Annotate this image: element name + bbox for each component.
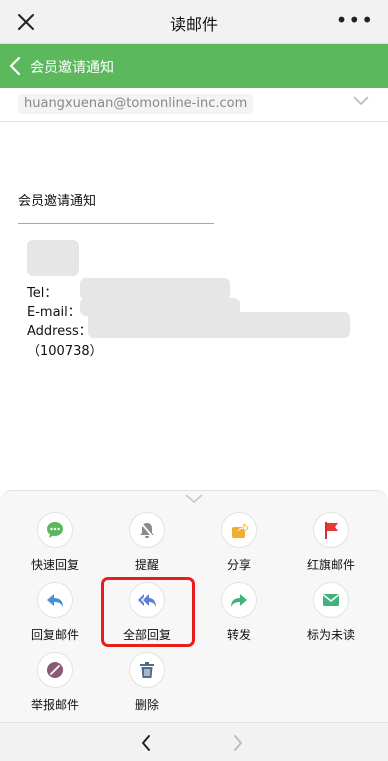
bell-mute-icon <box>129 512 165 548</box>
trash-icon <box>129 652 165 688</box>
action-report[interactable]: 举报邮件 <box>7 652 103 713</box>
chevron-down-icon[interactable] <box>352 95 370 107</box>
address-label: Address： <box>27 324 92 339</box>
redacted-tel <box>80 278 230 300</box>
action-label: 回复邮件 <box>30 628 79 642</box>
divider <box>18 223 214 224</box>
action-red-flag[interactable]: 红旗邮件 <box>283 512 379 573</box>
mail-subject[interactable]: 会员邀请通知 <box>30 57 114 77</box>
email-label: E-mail： <box>27 305 81 320</box>
action-mark-unread[interactable]: 标为未读 <box>283 582 379 643</box>
reply-icon <box>37 582 73 618</box>
redacted-name <box>27 240 79 276</box>
quick-reply-icon <box>37 512 73 548</box>
action-quick-reply[interactable]: 快速回复 <box>7 512 103 573</box>
highlight-box <box>101 577 195 647</box>
tel-label: Tel： <box>27 286 58 301</box>
sender-row: huangxuenan@tomonline-inc.com <box>0 88 388 122</box>
action-label: 提醒 <box>134 558 159 572</box>
action-label: 快速回复 <box>30 558 79 572</box>
action-label: 举报邮件 <box>30 698 79 712</box>
collapse-chevron-icon[interactable] <box>184 493 204 505</box>
previous-mail-icon[interactable] <box>140 734 152 752</box>
subject-header: 会员邀请通知 <box>0 44 388 88</box>
action-label: 删除 <box>134 698 159 712</box>
postal-code: （100738） <box>27 344 103 359</box>
action-remind[interactable]: 提醒 <box>99 512 195 573</box>
redacted-address <box>88 312 350 338</box>
back-chevron-icon[interactable] <box>8 56 22 76</box>
action-label: 标为未读 <box>306 628 355 642</box>
mail-unread-icon <box>313 582 349 618</box>
top-nav-bar: 读邮件 ••• <box>0 0 388 44</box>
action-reply[interactable]: 回复邮件 <box>7 582 103 643</box>
action-label: 转发 <box>226 628 251 642</box>
report-icon <box>37 652 73 688</box>
red-flag-icon <box>313 512 349 548</box>
action-label: 分享 <box>226 558 251 572</box>
more-menu-icon[interactable]: ••• <box>336 8 374 32</box>
action-delete[interactable]: 删除 <box>99 652 195 713</box>
action-label: 红旗邮件 <box>306 558 355 572</box>
action-share[interactable]: 分享 <box>191 512 287 573</box>
body-title: 会员邀请通知 <box>18 194 97 209</box>
next-mail-icon[interactable] <box>232 734 244 752</box>
action-forward[interactable]: 转发 <box>191 582 287 643</box>
sender-address[interactable]: huangxuenan@tomonline-inc.com <box>18 94 254 114</box>
forward-icon <box>221 582 257 618</box>
page-title: 读邮件 <box>169 15 218 34</box>
bottom-nav <box>0 722 388 761</box>
share-icon <box>221 512 257 548</box>
